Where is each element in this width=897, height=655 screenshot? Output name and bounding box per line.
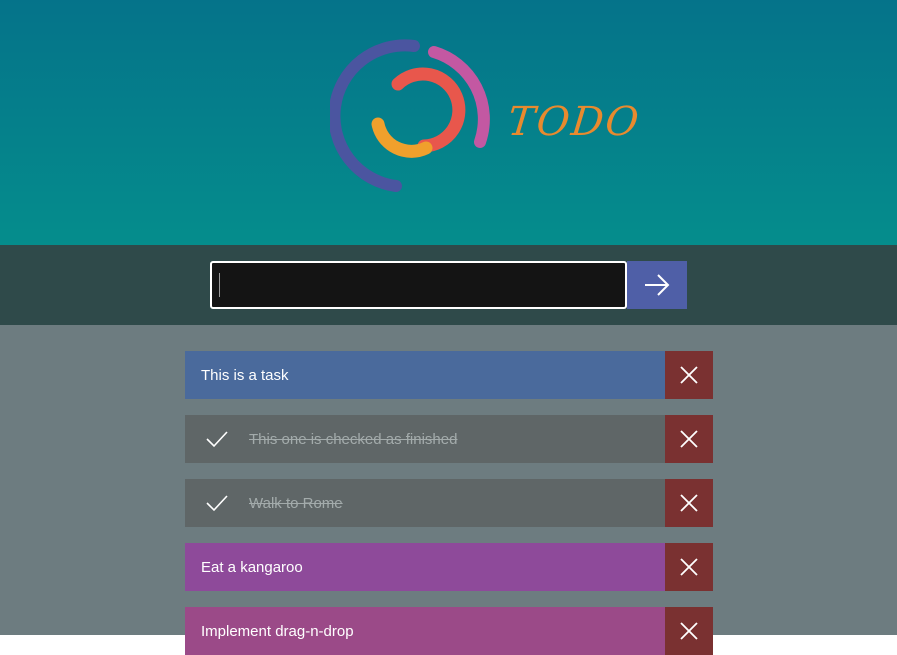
close-icon (680, 494, 698, 512)
app-logo-icon (330, 39, 490, 192)
delete-task-button[interactable] (665, 415, 713, 463)
delete-task-button[interactable] (665, 607, 713, 655)
task-toggle[interactable]: Implement drag-n-drop (185, 607, 665, 655)
logo-title: TODO (505, 99, 643, 145)
text-caret (219, 273, 220, 297)
checkmark-icon (205, 427, 229, 451)
task-label: This one is checked as finished (249, 430, 458, 448)
app-header: TODO (0, 0, 897, 245)
arrow-right-icon (645, 274, 670, 296)
close-icon (680, 622, 698, 640)
task-label: This is a task (201, 366, 289, 384)
task-toggle[interactable]: This one is checked as finished (185, 415, 665, 463)
close-icon (680, 366, 698, 384)
new-task-input[interactable] (210, 261, 627, 309)
delete-task-button[interactable] (665, 479, 713, 527)
task-label: Implement drag-n-drop (201, 622, 354, 640)
task-label: Eat a kangaroo (201, 558, 303, 576)
task-toggle[interactable]: This is a task (185, 351, 665, 399)
delete-task-button[interactable] (665, 543, 713, 591)
task-item: Walk to Rome (185, 479, 713, 527)
task-toggle[interactable]: Eat a kangaroo (185, 543, 665, 591)
task-label: Walk to Rome (249, 494, 343, 512)
add-task-button[interactable] (627, 261, 687, 309)
task-item: This one is checked as finished (185, 415, 713, 463)
close-icon (680, 430, 698, 448)
task-item: This is a task (185, 351, 713, 399)
close-icon (680, 558, 698, 576)
checkmark-icon (205, 491, 229, 515)
task-toggle[interactable]: Walk to Rome (185, 479, 665, 527)
delete-task-button[interactable] (665, 351, 713, 399)
task-item: Eat a kangaroo (185, 543, 713, 591)
task-item: Implement drag-n-drop (185, 607, 713, 655)
